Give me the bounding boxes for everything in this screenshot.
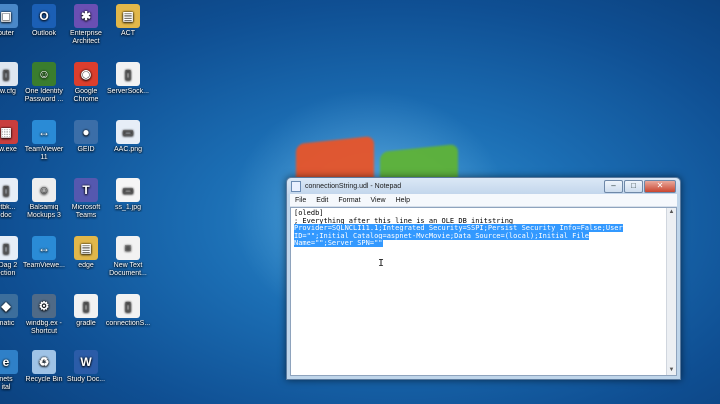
notepad-icon — [291, 180, 301, 192]
recycle-bin-icon: ♻ — [32, 350, 56, 374]
desktop-icon[interactable]: ▤ ACT — [100, 4, 156, 38]
maximize-button[interactable]: □ — [624, 179, 643, 193]
windbg-icon: ⚙ — [32, 294, 56, 318]
selected-text: Name="";Server SPN="" — [294, 239, 383, 248]
notepad-window[interactable]: connectionString.udl - Notepad – □ ✕ Fil… — [286, 177, 681, 380]
text-file-icon: ≡ — [116, 236, 140, 260]
selected-text: Provider=SQLNCLI11.1;Integrated Security… — [294, 224, 623, 233]
balsamiq-icon: ☺ — [32, 178, 56, 202]
desktop-icon-label: ACT — [121, 30, 135, 37]
file-icon: ▯ — [74, 294, 98, 318]
teamviewer-icon: ↔ — [32, 236, 56, 260]
file-icon: ▯ — [116, 294, 140, 318]
close-button[interactable]: ✕ — [644, 179, 676, 193]
desktop-icon-label: Study Doc... — [66, 376, 106, 383]
menu-bar: File Edit Format View Help — [290, 194, 677, 207]
menu-view[interactable]: View — [366, 197, 391, 204]
text-cursor-icon: I — [378, 258, 385, 269]
geid-icon: ● — [74, 120, 98, 144]
desktop-icon-label: ss_1.jpg — [114, 204, 142, 211]
text-line: Name="";Server SPN="" — [294, 239, 664, 248]
menu-help[interactable]: Help — [391, 197, 415, 204]
menu-file[interactable]: File — [290, 197, 311, 204]
word-doc-icon: W — [74, 350, 98, 374]
scroll-down-icon[interactable]: ▼ — [667, 366, 676, 375]
desktop-icon[interactable]: ▭ AAC.png — [100, 120, 156, 154]
minimize-button[interactable]: – — [604, 179, 623, 193]
menu-format[interactable]: Format — [333, 197, 365, 204]
people-icon: ☺ — [32, 62, 56, 86]
desktop-icon[interactable]: W Study Doc... — [58, 350, 114, 384]
image-icon: ▭ — [116, 178, 140, 202]
text-editor[interactable]: [oledb]; Everything after this line is a… — [290, 207, 677, 376]
window-title: connectionString.udl - Notepad — [305, 182, 402, 190]
desktop-icon[interactable]: ▯ ServerSock... — [100, 62, 156, 96]
vertical-scrollbar[interactable]: ▲ ▼ — [666, 208, 676, 375]
teams-icon: T — [74, 178, 98, 202]
folder-icon: ▤ — [116, 4, 140, 28]
folder-icon: ▤ — [74, 236, 98, 260]
desktop-icon-label: AAC.png — [113, 146, 143, 153]
image-icon: ▭ — [116, 120, 140, 144]
teamviewer-icon: ↔ — [32, 120, 56, 144]
desktop-icon-label: ServerSock... — [106, 88, 149, 95]
enterprise-icon: ✱ — [74, 4, 98, 28]
outlook-icon: O — [32, 4, 56, 28]
desktop-icon[interactable]: ▯ connectionS... — [100, 294, 156, 328]
desktop-icon-label: connectionS... — [105, 320, 151, 327]
title-bar[interactable]: connectionString.udl - Notepad – □ ✕ — [287, 178, 680, 194]
scroll-up-icon[interactable]: ▲ — [667, 208, 676, 217]
menu-edit[interactable]: Edit — [311, 197, 333, 204]
text-area[interactable]: [oledb]; Everything after this line is a… — [291, 208, 667, 375]
desktop-icon-label: New Text Document... — [109, 262, 147, 277]
desktop-icon[interactable]: ≡ New Text Document... — [100, 236, 156, 278]
chrome-icon: ◉ — [74, 62, 98, 86]
desktop-icon[interactable]: ▭ ss_1.jpg — [100, 178, 156, 212]
file-icon: ▯ — [116, 62, 140, 86]
